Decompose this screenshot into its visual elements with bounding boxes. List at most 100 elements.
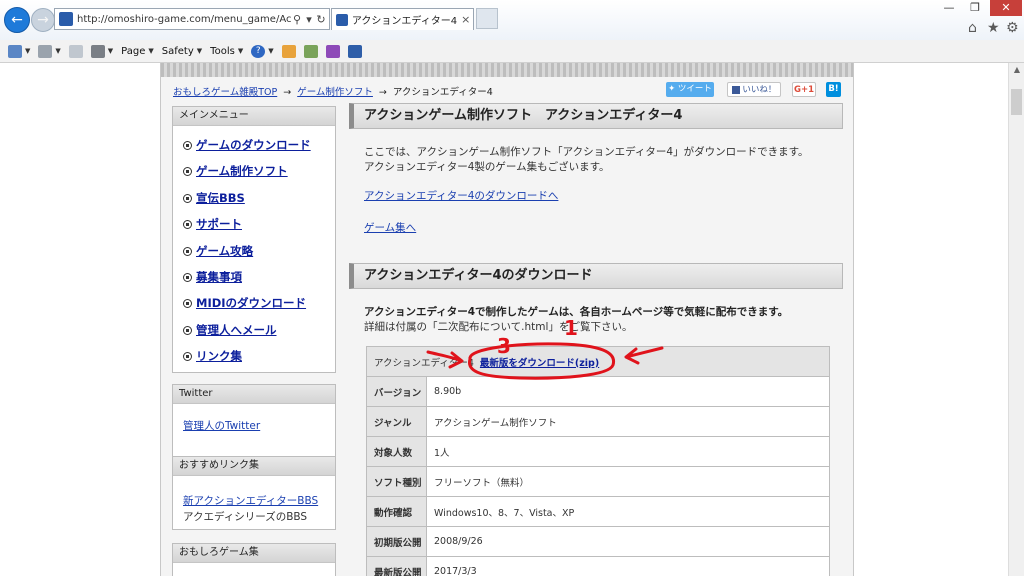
browser-title-bar: ← → http://omoshiro-game.com/menu_game/A… — [0, 0, 1024, 40]
row-key: 最新版公開 — [366, 556, 427, 576]
menu-item-label[interactable]: ゲーム制作ソフト — [196, 163, 288, 179]
menu-item-game-download[interactable]: ゲームのダウンロード — [183, 137, 311, 153]
site-banner — [161, 63, 853, 77]
admin-twitter-link[interactable]: 管理人のTwitter — [183, 418, 260, 433]
favorites-star-icon[interactable]: ★ — [987, 20, 1000, 36]
feeds-menu[interactable]: ▼ — [38, 44, 61, 58]
main-menu-title: メインメニュー — [173, 107, 335, 126]
menu-item-label[interactable]: MIDIのダウンロード — [196, 295, 306, 311]
menu-item-label[interactable]: 宣伝BBS — [196, 190, 245, 206]
menu-item-label[interactable]: リンク集 — [196, 348, 242, 364]
print-icon — [90, 44, 105, 58]
breadcrumb-section-link[interactable]: ゲーム制作ソフト — [297, 87, 373, 98]
java-button[interactable] — [281, 44, 296, 58]
menu-item-mail[interactable]: 管理人へメール — [183, 322, 277, 338]
menu-item-midi[interactable]: MIDIのダウンロード — [183, 295, 306, 311]
bbs-description: アクエディシリーズのBBS — [183, 511, 308, 523]
minimize-button[interactable]: — — [936, 0, 962, 16]
menu-item-support[interactable]: サポート — [183, 216, 242, 232]
back-arrow-icon: ← — [11, 12, 23, 28]
vertical-scrollbar[interactable]: ▲ — [1008, 63, 1024, 576]
intro-text: アクションエディター4製のゲーム集もございます。 — [364, 161, 610, 173]
search-icon[interactable]: ⚲ — [291, 13, 303, 26]
table-row: 対象人数 1人 — [366, 436, 830, 467]
menu-item-links[interactable]: リンク集 — [183, 348, 242, 364]
scroll-thumb[interactable] — [1011, 89, 1022, 115]
like-label: いいね！ — [742, 85, 777, 95]
download-heading: アクションエディター4のダウンロード — [349, 263, 843, 289]
close-window-button[interactable]: ✕ — [990, 0, 1022, 16]
fun-games-title: おもしろゲーム集 — [173, 544, 335, 563]
facebook-icon — [731, 85, 740, 94]
breadcrumb: おもしろゲーム雑殿TOP → ゲーム制作ソフト → アクションエディター4 — [173, 84, 493, 98]
page-container: おもしろゲーム雑殿TOP → ゲーム制作ソフト → アクションエディター4 ✦ ツイート… — [160, 63, 854, 576]
mail-button[interactable] — [68, 44, 83, 58]
table-row: ジャンル アクションゲーム制作ソフト — [366, 406, 830, 437]
row-value: Windows10、8、7、Vista、XP — [426, 496, 830, 527]
help-menu[interactable]: ? ▼ — [251, 44, 274, 58]
circle-arrow-icon — [183, 298, 192, 308]
circle-arrow-icon — [183, 219, 192, 229]
menu-item-label[interactable]: ゲーム攻略 — [196, 243, 253, 259]
redistribution-note: アクションエディター4で制作したゲームは、各自ホームページ等で気軽に配布できます… — [364, 306, 789, 318]
menu-item-label[interactable]: 募集事項 — [196, 269, 242, 285]
menu-item-label[interactable]: 管理人へメール — [196, 322, 277, 338]
refresh-icon[interactable]: ↻ — [315, 13, 327, 26]
menu-item-bbs[interactable]: 宣伝BBS — [183, 190, 245, 206]
addon-button[interactable] — [303, 44, 318, 58]
breadcrumb-home-link[interactable]: おもしろゲーム雑殿TOP — [173, 87, 277, 98]
menu-item-game-maker[interactable]: ゲーム制作ソフト — [183, 163, 288, 179]
new-tab-button[interactable] — [476, 8, 498, 29]
forward-button[interactable]: → — [31, 8, 55, 32]
google-plus-button[interactable]: G+1 — [792, 82, 816, 97]
table-row: バージョン 8.90b — [366, 376, 830, 407]
menu-item-strategy[interactable]: ゲーム攻略 — [183, 243, 253, 259]
tools-menu-label: Tools — [210, 45, 235, 57]
page-menu[interactable]: Page ▼ — [121, 46, 154, 57]
row-value: アクションゲーム制作ソフト — [426, 406, 830, 437]
page-menu-label: Page — [121, 45, 146, 57]
circle-arrow-icon — [183, 140, 192, 150]
onenote-button[interactable] — [325, 44, 340, 58]
row-value: 2008/9/26 — [426, 526, 830, 557]
scroll-up-icon[interactable]: ▲ — [1009, 65, 1024, 74]
row-value: 1人 — [426, 436, 830, 467]
breadcrumb-separator: → — [378, 87, 387, 98]
menu-item-recruit[interactable]: 募集事項 — [183, 269, 242, 285]
command-bar: ▼ ▼ ▼ Page ▼ Safety ▼ Tools ▼ ? ▼ — [0, 40, 1024, 63]
games-section-link[interactable]: ゲーム集へ — [364, 220, 416, 235]
back-button[interactable]: ← — [4, 7, 30, 33]
circle-arrow-icon — [183, 246, 192, 256]
url-text[interactable]: http://omoshiro-game.com/menu_game/Actio… — [77, 14, 291, 25]
row-key: ジャンル — [366, 406, 427, 437]
row-key: ソフト種別 — [366, 466, 427, 497]
download-latest-link[interactable]: 最新版をダウンロード(zip) — [480, 358, 599, 369]
home-icon[interactable]: ⌂ — [968, 20, 977, 36]
address-bar[interactable]: http://omoshiro-game.com/menu_game/Actio… — [54, 8, 330, 30]
table-row: 初期版公開 2008/9/26 — [366, 526, 830, 557]
circle-arrow-icon — [183, 166, 192, 176]
tools-menu[interactable]: Tools ▼ — [210, 46, 243, 57]
blog-button[interactable] — [347, 44, 362, 58]
print-menu[interactable]: ▼ — [90, 44, 113, 58]
menu-item-label[interactable]: ゲームのダウンロード — [196, 137, 311, 153]
facebook-like-button[interactable]: いいね！ — [727, 82, 781, 97]
settings-gear-icon[interactable]: ⚙ — [1006, 20, 1019, 36]
download-section-link[interactable]: アクションエディター4のダウンロードへ — [364, 188, 558, 203]
safety-menu[interactable]: Safety ▼ — [162, 46, 202, 57]
new-action-editor-bbs-link[interactable]: 新アクションエディターBBS — [183, 493, 318, 508]
row-key: 動作確認 — [366, 496, 427, 527]
circle-arrow-icon — [183, 351, 192, 361]
dropdown-icon[interactable]: ▾ — [303, 13, 315, 26]
menu-item-label[interactable]: サポート — [196, 216, 242, 232]
feeds-icon — [38, 44, 53, 58]
circle-arrow-icon — [183, 325, 192, 335]
hatena-bookmark-button[interactable]: B! — [826, 82, 841, 97]
table-row: 最新版公開 2017/3/3 — [366, 556, 830, 576]
recommended-links-title: おすすめリンク集 — [173, 457, 335, 476]
tab-action-editor[interactable]: アクションエディター4 |... × — [331, 8, 474, 30]
tab-close-icon[interactable]: × — [461, 13, 473, 26]
restore-button[interactable]: ❐ — [962, 0, 988, 16]
home-menu[interactable]: ▼ — [8, 44, 30, 58]
tweet-button[interactable]: ✦ ツイート — [666, 82, 714, 97]
